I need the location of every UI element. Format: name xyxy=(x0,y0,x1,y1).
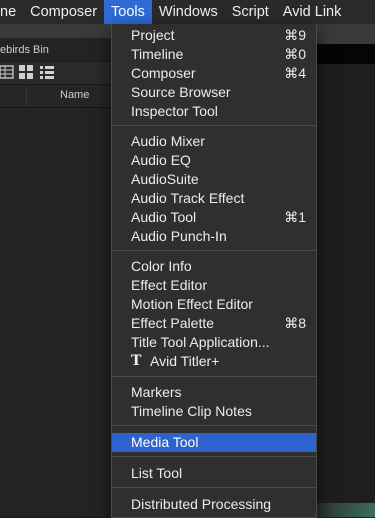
frame-view-icon[interactable] xyxy=(0,65,14,79)
column-separator[interactable] xyxy=(26,87,27,105)
menu-item-effect-palette[interactable]: Effect Palette ⌘8 xyxy=(112,314,316,333)
right-monitor xyxy=(314,44,375,64)
tools-menu: Project ⌘9 Timeline ⌘0 Composer ⌘4 Sourc… xyxy=(111,24,317,518)
menu-divider xyxy=(112,487,316,488)
menu-divider xyxy=(112,376,316,377)
menu-item-audio-tool[interactable]: Audio Tool ⌘1 xyxy=(112,208,316,227)
column-name-header[interactable]: Name xyxy=(60,89,89,101)
menu-item-audio-mixer[interactable]: Audio Mixer xyxy=(112,132,316,151)
menu-divider xyxy=(112,456,316,457)
titler-t-icon: T xyxy=(131,353,142,369)
menu-item-project[interactable]: Project ⌘9 xyxy=(112,26,316,45)
menu-item-media-tool[interactable]: Media Tool xyxy=(112,433,316,452)
menu-item-audio-track-effect[interactable]: Audio Track Effect xyxy=(112,189,316,208)
menu-divider xyxy=(112,425,316,426)
menu-avid-link[interactable]: Avid Link xyxy=(276,0,349,24)
menu-tools[interactable]: Tools xyxy=(104,0,152,24)
menu-composer[interactable]: Composer xyxy=(23,0,104,24)
menu-item-markers[interactable]: Markers xyxy=(112,383,316,402)
menu-item-title-tool-application[interactable]: Title Tool Application... xyxy=(112,333,316,352)
menu-bar: ne Composer Tools Windows Script Avid Li… xyxy=(0,0,375,25)
menu-divider xyxy=(112,125,316,126)
menu-item-source-browser[interactable]: Source Browser xyxy=(112,83,316,102)
bin-toolbar xyxy=(0,61,112,85)
menu-item-distributed-processing[interactable]: Distributed Processing xyxy=(112,495,316,514)
menu-item-audio-eq[interactable]: Audio EQ xyxy=(112,151,316,170)
menu-item-effect-editor[interactable]: Effect Editor xyxy=(112,276,316,295)
shortcut: ⌘1 xyxy=(284,209,306,225)
shortcut: ⌘4 xyxy=(284,65,306,81)
list-view-icon[interactable] xyxy=(40,65,54,79)
menu-item-timeline[interactable]: Timeline ⌘0 xyxy=(112,45,316,64)
shortcut: ⌘9 xyxy=(284,27,306,43)
menu-item-inspector-tool[interactable]: Inspector Tool xyxy=(112,102,316,121)
bin-column-header xyxy=(0,85,112,108)
right-panel xyxy=(314,64,375,517)
menu-item-color-info[interactable]: Color Info xyxy=(112,257,316,276)
menu-divider xyxy=(112,250,316,251)
menu-item-avid-titler[interactable]: T Avid Titler+ xyxy=(112,352,316,371)
menu-windows[interactable]: Windows xyxy=(152,0,225,24)
menu-item-audiosuite[interactable]: AudioSuite xyxy=(112,170,316,189)
menu-item-timeline-clip-notes[interactable]: Timeline Clip Notes xyxy=(112,402,316,421)
bin-panel xyxy=(0,38,112,517)
script-view-icon[interactable] xyxy=(19,65,33,79)
shortcut: ⌘8 xyxy=(284,315,306,331)
menu-item-composer[interactable]: Composer ⌘4 xyxy=(112,64,316,83)
menu-item-list-tool[interactable]: List Tool xyxy=(112,464,316,483)
bin-title: ebirds Bin xyxy=(0,44,49,56)
shortcut: ⌘0 xyxy=(284,46,306,62)
menu-item-audio-punch-in[interactable]: Audio Punch-In xyxy=(112,227,316,246)
menu-file-partial[interactable]: ne xyxy=(0,0,23,24)
menu-item-motion-effect-editor[interactable]: Motion Effect Editor xyxy=(112,295,316,314)
menu-script[interactable]: Script xyxy=(225,0,276,24)
bottom-timeline-strip xyxy=(314,503,375,517)
